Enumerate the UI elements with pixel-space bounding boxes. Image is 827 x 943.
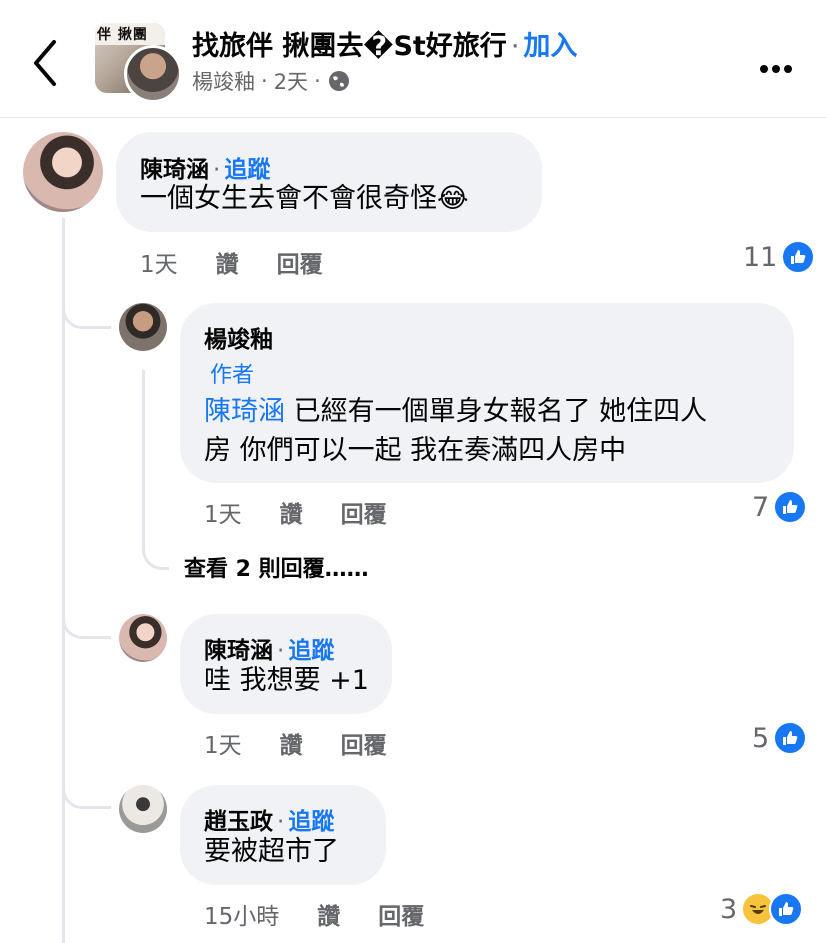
like-button[interactable]: 讚 [280, 726, 303, 760]
like-icon [769, 892, 804, 926]
view-more-replies[interactable]: 查看 2 則回覆…… [184, 551, 369, 583]
reaction-count: 11 [743, 241, 778, 273]
more-options-icon[interactable] [760, 58, 800, 73]
group-title: 找旅伴 揪團去�St好旅行 · 加入 [192, 31, 578, 62]
comment-time: 15小時 [204, 904, 280, 930]
poster-avatar[interactable] [124, 45, 182, 103]
post-header: 伴 揪團 找旅伴 揪團去�St好旅行 · 加入 楊竣釉 · 2天 · [0, 0, 827, 118]
like-icon [773, 721, 808, 755]
avatar[interactable] [119, 785, 167, 833]
reaction-summary[interactable]: 5 [752, 721, 808, 755]
reaction-summary[interactable]: 7 [752, 490, 808, 524]
comment-text: 一個女生去會不會很奇怪😂 [140, 183, 469, 214]
post-meta: 楊竣釉 · 2天 · [192, 66, 351, 96]
join-button[interactable]: 加入 [523, 31, 577, 62]
avatar[interactable] [23, 132, 103, 212]
back-chevron-icon[interactable] [28, 36, 64, 90]
comment-actions: 1天 讚 回覆 [204, 726, 425, 760]
avatar[interactable] [119, 303, 167, 351]
reaction-count: 5 [752, 722, 770, 754]
like-icon [781, 240, 816, 274]
reply-button[interactable]: 回覆 [378, 897, 424, 931]
like-button[interactable]: 讚 [317, 897, 340, 931]
comment-actions: 15小時 讚 回覆 [204, 897, 462, 931]
laugh-emoji: 😂 [437, 183, 469, 214]
comment-actions: 1天 讚 回覆 [140, 245, 361, 279]
reaction-summary[interactable]: 3 [720, 892, 804, 926]
comment-text-line2: 房 你們可以一起 我在奏滿四人房中 [204, 435, 627, 466]
comment-text: 哇 我想要 +1 [204, 665, 369, 696]
thread-line [142, 370, 145, 540]
reply-button[interactable]: 回覆 [277, 245, 323, 279]
thread-line [62, 218, 65, 943]
globe-icon [328, 71, 349, 91]
comment-time: 1天 [204, 733, 242, 759]
author-badge: 作者 [210, 363, 255, 388]
avatar[interactable] [119, 614, 167, 662]
thread-elbow [62, 770, 111, 809]
reaction-summary[interactable]: 11 [743, 240, 816, 274]
reply-button[interactable]: 回覆 [341, 726, 387, 760]
post-time: 2天 [273, 70, 309, 94]
comment-time: 1天 [140, 252, 178, 278]
mention-link[interactable]: 陳琦涵 [204, 396, 285, 427]
comment-actions: 1天 讚 回覆 [204, 495, 425, 529]
comment-author: 楊竣釉 [204, 327, 273, 353]
thread-elbow [62, 290, 111, 329]
reply-button[interactable]: 回覆 [341, 495, 387, 529]
like-button[interactable]: 讚 [216, 245, 239, 279]
reaction-count: 3 [720, 893, 738, 925]
thread-elbow [142, 535, 169, 570]
thread-elbow [62, 600, 111, 639]
poster-name[interactable]: 楊竣釉 [192, 66, 255, 96]
comment-text: 陳琦涵 已經有一個單身女報名了 她住四人 [204, 396, 708, 427]
like-icon [773, 490, 808, 524]
comment-text: 要被超市了 [204, 836, 339, 867]
comment-time: 1天 [204, 502, 242, 528]
group-name[interactable]: 找旅伴 揪團去�St好旅行 [192, 31, 507, 62]
like-button[interactable]: 讚 [280, 495, 303, 529]
reaction-count: 7 [752, 491, 770, 523]
